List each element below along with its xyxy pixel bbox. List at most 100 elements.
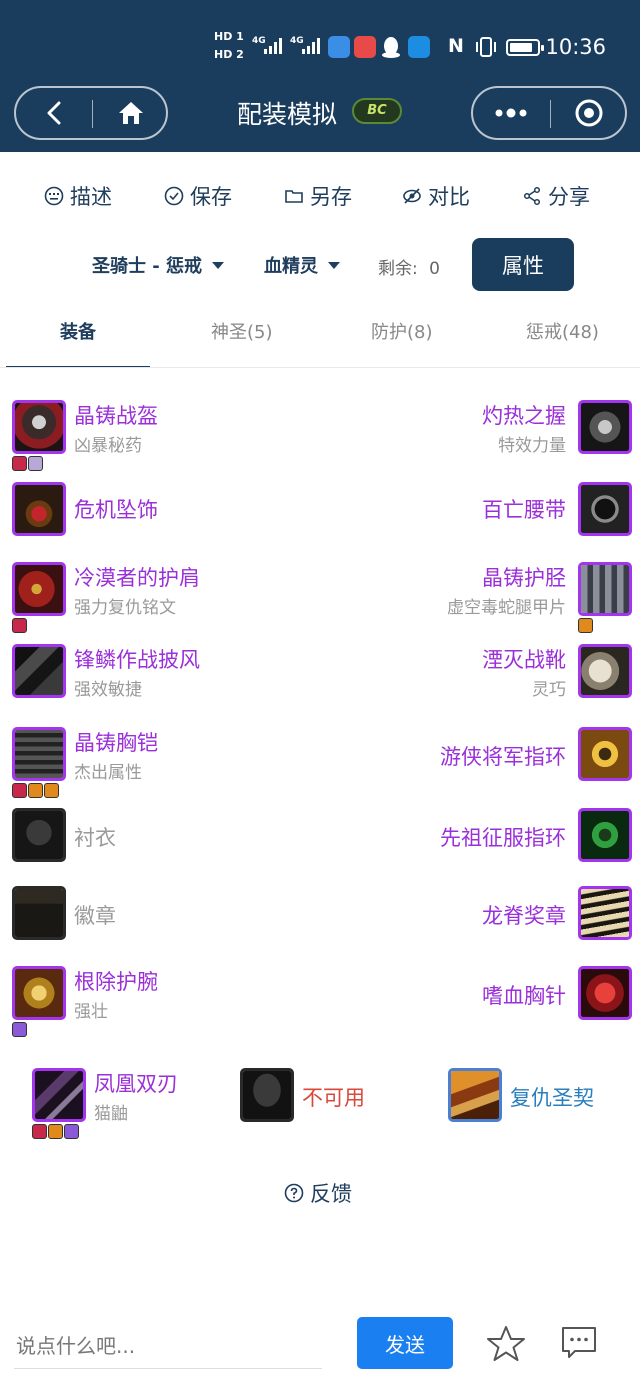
signal1-icon (264, 38, 282, 54)
class-selector-row: 圣骑士 - 惩戒 血精灵 剩余: 0 属性 (0, 238, 640, 292)
gear-slot-legs[interactable]: 晶铸护胫 虚空毒蛇腿甲片 (0, 562, 640, 633)
gear-name: 凤凰双刃 (94, 1072, 178, 1096)
qq-icon (382, 37, 400, 58)
gear-enchant: 特效力量 (498, 436, 566, 456)
sim1-label: HD 1 (214, 30, 244, 43)
ring-green-icon (578, 808, 632, 862)
gear-enchant: 虚空毒蛇腿甲片 (447, 598, 566, 618)
gear-name: 不可用 (302, 1086, 365, 1110)
gear-slot-hands[interactable]: 灼热之握 特效力量 (0, 400, 640, 460)
battery-icon (506, 39, 544, 56)
gauntlet-icon (578, 400, 632, 454)
browser-icon (328, 36, 350, 58)
home-button[interactable] (93, 88, 168, 138)
gear-slot-finger2[interactable]: 先祖征服指环 (0, 808, 640, 868)
gear-name: 湮灭战靴 (482, 648, 566, 672)
gem-sockets (32, 1124, 79, 1139)
spine-trinket-icon (578, 886, 632, 940)
purple-gem-icon (64, 1124, 79, 1139)
input-underline (14, 1368, 322, 1369)
share-icon (523, 186, 541, 206)
folder-icon (285, 190, 303, 203)
class-spec-dropdown[interactable]: 圣骑士 - 惩戒 (92, 252, 225, 278)
gear-slot-trinket1[interactable]: 龙脊奖章 (0, 886, 640, 946)
save-button[interactable]: 保存 (164, 176, 232, 216)
boots-icon (578, 644, 632, 698)
feedback-label: 反馈 (310, 1182, 352, 1206)
gear-slot-offhand[interactable]: 不可用 (240, 1068, 420, 1128)
gear-slot-feet[interactable]: 湮灭战靴 灵巧 (0, 644, 640, 704)
star-icon[interactable] (486, 1324, 526, 1364)
share-label: 分享 (548, 185, 590, 209)
gear-slot-finger1[interactable]: 游侠将军指环 (0, 727, 640, 787)
red-gem-icon (32, 1124, 47, 1139)
gear-enchant: 猫鼬 (94, 1104, 128, 1124)
close-miniapp-button[interactable] (551, 88, 627, 138)
huawei-app-icon (354, 36, 376, 58)
app-header: HD 1 HD 2 4G 4G N 10:36 配装模拟 BC (0, 0, 640, 152)
question-circle-icon (284, 1183, 304, 1203)
gear-slot-waist[interactable]: 百亡腰带 (0, 482, 640, 542)
gear-slot-mainhand[interactable]: 凤凰双刃 猫鼬 (32, 1068, 232, 1139)
brooch-icon (578, 966, 632, 1020)
clock: 10:36 (545, 35, 606, 59)
gear-name: 龙脊奖章 (482, 904, 566, 928)
caret-down-icon (328, 261, 340, 269)
comment-icon[interactable] (560, 1324, 598, 1362)
gear-name: 百亡腰带 (482, 498, 566, 522)
chevron-left-icon (47, 101, 61, 125)
bulb-app-icon (408, 36, 430, 58)
orange-gem-icon (578, 618, 593, 633)
dual-blade-icon (32, 1068, 86, 1122)
page-title: 配装模拟 (237, 100, 338, 129)
race-value: 血精灵 (264, 256, 318, 277)
ring-gold-icon (578, 727, 632, 781)
tab-bar: 装备 神圣(5) 防护(8) 惩戒(48) (0, 310, 640, 368)
tab-holy[interactable]: 神圣(5) (211, 318, 273, 344)
orange-gem-icon (48, 1124, 63, 1139)
attributes-button[interactable]: 属性 (472, 238, 574, 291)
gear-name: 嗜血胸针 (482, 984, 566, 1008)
back-button[interactable] (16, 88, 92, 138)
comment-bar: 发送 (0, 1310, 640, 1386)
tab-protection[interactable]: 防护(8) (371, 318, 433, 344)
tab-retribution[interactable]: 惩戒(48) (526, 318, 599, 344)
send-button[interactable]: 发送 (357, 1317, 453, 1369)
gear-slot-trinket2[interactable]: 嗜血胸针 (0, 966, 640, 1026)
gear-name: 复仇圣契 (510, 1086, 594, 1110)
legs-icon (578, 562, 632, 616)
comment-input[interactable] (16, 1328, 316, 1364)
feedback-button[interactable]: 反馈 (284, 1178, 352, 1208)
bc-logo: BC (352, 98, 402, 124)
save-label: 保存 (190, 185, 232, 209)
more-dots-icon (495, 108, 527, 118)
caret-down-icon (212, 261, 225, 269)
signal2-icon (302, 38, 320, 54)
nfc-icon: N (448, 35, 464, 57)
save-as-label: 另存 (310, 185, 352, 209)
compare-label: 对比 (428, 185, 470, 209)
sim2-label: HD 2 (214, 48, 244, 61)
compare-button[interactable]: 对比 (402, 176, 470, 216)
save-as-button[interactable]: 另存 (284, 176, 352, 216)
tab-gear[interactable]: 装备 (60, 318, 96, 344)
remaining-label: 剩余: (378, 259, 418, 279)
home-icon (118, 102, 143, 124)
check-circle-icon (164, 186, 184, 206)
gear-slot-relic[interactable]: 复仇圣契 (448, 1068, 628, 1128)
status-bar: HD 1 HD 2 4G 4G N 10:36 (0, 28, 640, 68)
nav-left-pill (14, 86, 168, 140)
battery-level (510, 43, 532, 52)
race-dropdown[interactable]: 血精灵 (264, 252, 340, 278)
belt-icon (578, 482, 632, 536)
gem-sockets (578, 618, 593, 633)
libram-icon (448, 1068, 502, 1122)
share-button[interactable]: 分享 (522, 176, 590, 216)
nav-right-pill (471, 86, 627, 140)
describe-button[interactable]: 描述 (44, 176, 112, 216)
keyboard-icon (44, 186, 64, 206)
describe-label: 描述 (70, 185, 112, 209)
more-button[interactable] (473, 88, 549, 138)
target-circle-icon (575, 99, 603, 127)
action-bar: 描述 保存 另存 对比 分享 (0, 176, 640, 216)
